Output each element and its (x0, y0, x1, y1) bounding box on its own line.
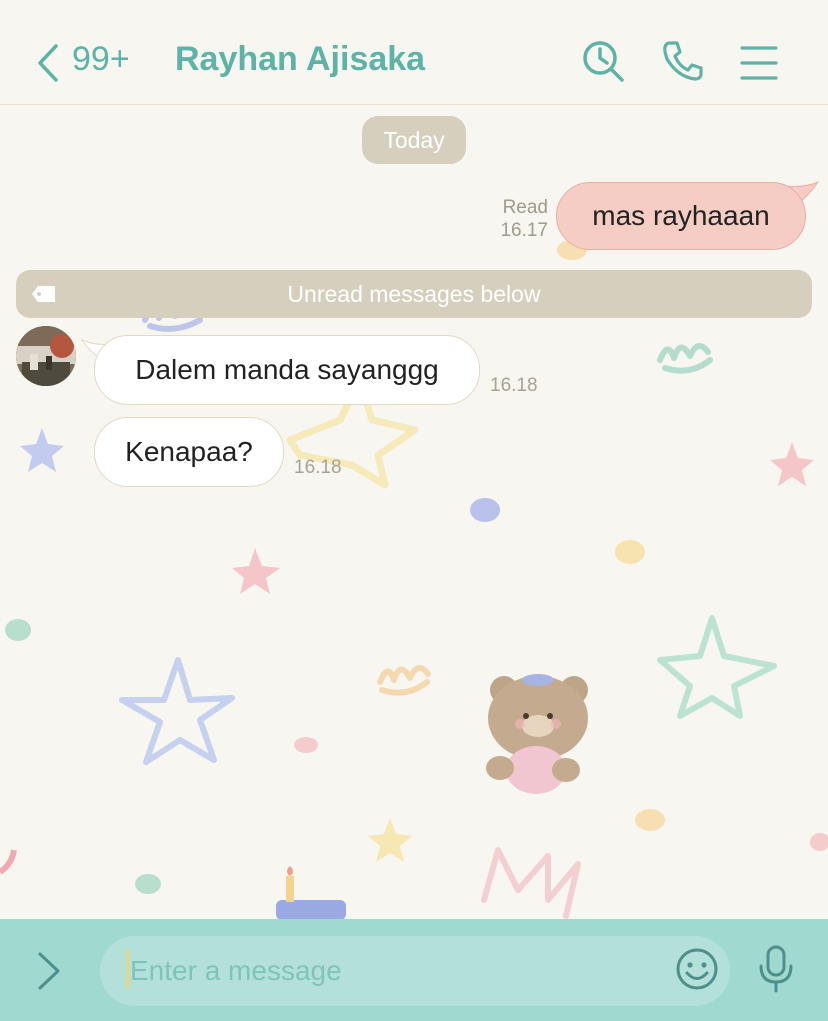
message-meta: Read 16.17 (492, 196, 548, 242)
microphone-icon[interactable] (756, 944, 796, 994)
smiley-icon[interactable] (674, 946, 720, 992)
incoming-message[interactable]: Kenapaa? (94, 417, 284, 487)
phone-icon[interactable] (660, 38, 706, 84)
message-time: 16.18 (294, 457, 342, 478)
message-time: 16.17 (500, 220, 548, 241)
chevron-right-icon[interactable] (32, 948, 66, 994)
chevron-left-icon[interactable] (34, 40, 64, 86)
date-separator: Today (362, 116, 466, 164)
search-history-icon[interactable] (580, 38, 626, 84)
unread-count[interactable]: 99+ (72, 40, 130, 79)
menu-icon[interactable] (736, 38, 782, 84)
avatar[interactable] (16, 326, 76, 386)
chat-header: 99+ Rayhan Ajisaka (0, 0, 828, 105)
outgoing-message[interactable]: mas rayhaaan (556, 182, 806, 250)
read-receipt: Read (502, 197, 548, 218)
tag-icon (32, 286, 55, 302)
message-input[interactable]: Enter a message (100, 936, 730, 1006)
text-caret (126, 950, 129, 988)
chat-title[interactable]: Rayhan Ajisaka (175, 40, 425, 79)
unread-divider: Unread messages below (16, 270, 812, 318)
avatar-photo (16, 326, 76, 386)
message-time: 16.18 (490, 375, 538, 396)
incoming-message[interactable]: Dalem manda sayanggg (94, 335, 480, 405)
